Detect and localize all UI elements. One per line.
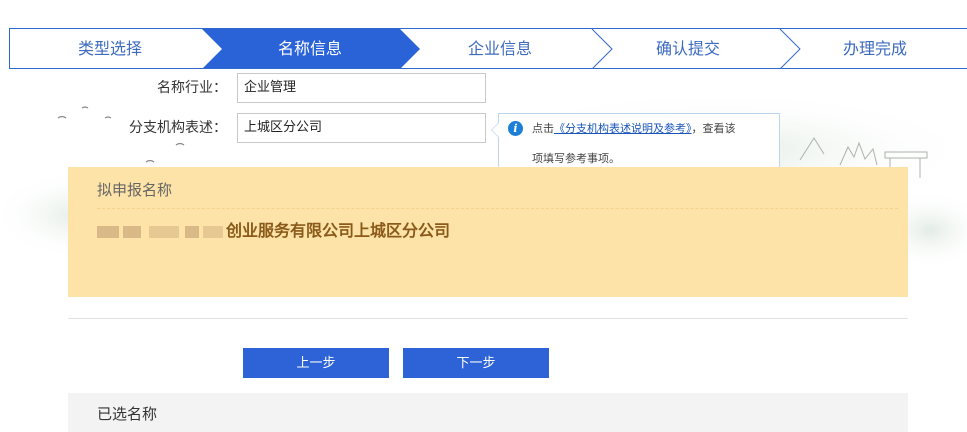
tip-arrow-inner [492, 123, 499, 137]
tip-prefix: 点击 [532, 122, 554, 135]
tip-line-1: 点击《分支机构表述说明及参考》，查看该 [532, 114, 779, 144]
next-step-button[interactable]: 下一步 [403, 348, 549, 378]
step-name-info: 名称信息 [277, 39, 342, 58]
branch-description-input[interactable]: 上城区分公司 [237, 113, 486, 143]
branch-label: 分支机构表述： [129, 120, 227, 136]
tip-suffix: ，查看该 [691, 122, 736, 135]
panel-separator [97, 208, 898, 209]
step-complete: 办理完成 [842, 39, 907, 58]
proposed-name-panel: 拟申报名称 创业服务有限公司上城区分公司 [68, 167, 908, 297]
proposed-name-title: 拟申报名称 [97, 181, 173, 199]
redacted-name-part [97, 221, 225, 243]
step-progress-bar: 类型选择 名称信息 企业信息 确认提交 办理完成 [9, 28, 967, 69]
proposed-name-text: 创业服务有限公司上城区分公司 [226, 221, 451, 240]
prev-step-button[interactable]: 上一步 [243, 348, 389, 378]
industry-row: 名称行业： [0, 73, 237, 103]
branch-reference-link[interactable]: 《分支机构表述说明及参考》 [554, 122, 692, 135]
branch-row: 分支机构表述： [0, 113, 237, 143]
industry-label: 名称行业： [157, 80, 227, 96]
selected-names-panel: 已选名称 [68, 393, 908, 432]
info-icon: i [508, 121, 523, 136]
step-company-info: 企业信息 [467, 39, 532, 58]
branch-tip: i 点击《分支机构表述说明及参考》，查看该 项填写参考事项。 [491, 113, 780, 173]
step-confirm-submit: 确认提交 [655, 39, 720, 58]
section-divider [68, 318, 908, 319]
selected-names-title: 已选名称 [97, 405, 158, 423]
step-type-select: 类型选择 [77, 39, 142, 58]
industry-input[interactable]: 企业管理 [237, 73, 486, 103]
